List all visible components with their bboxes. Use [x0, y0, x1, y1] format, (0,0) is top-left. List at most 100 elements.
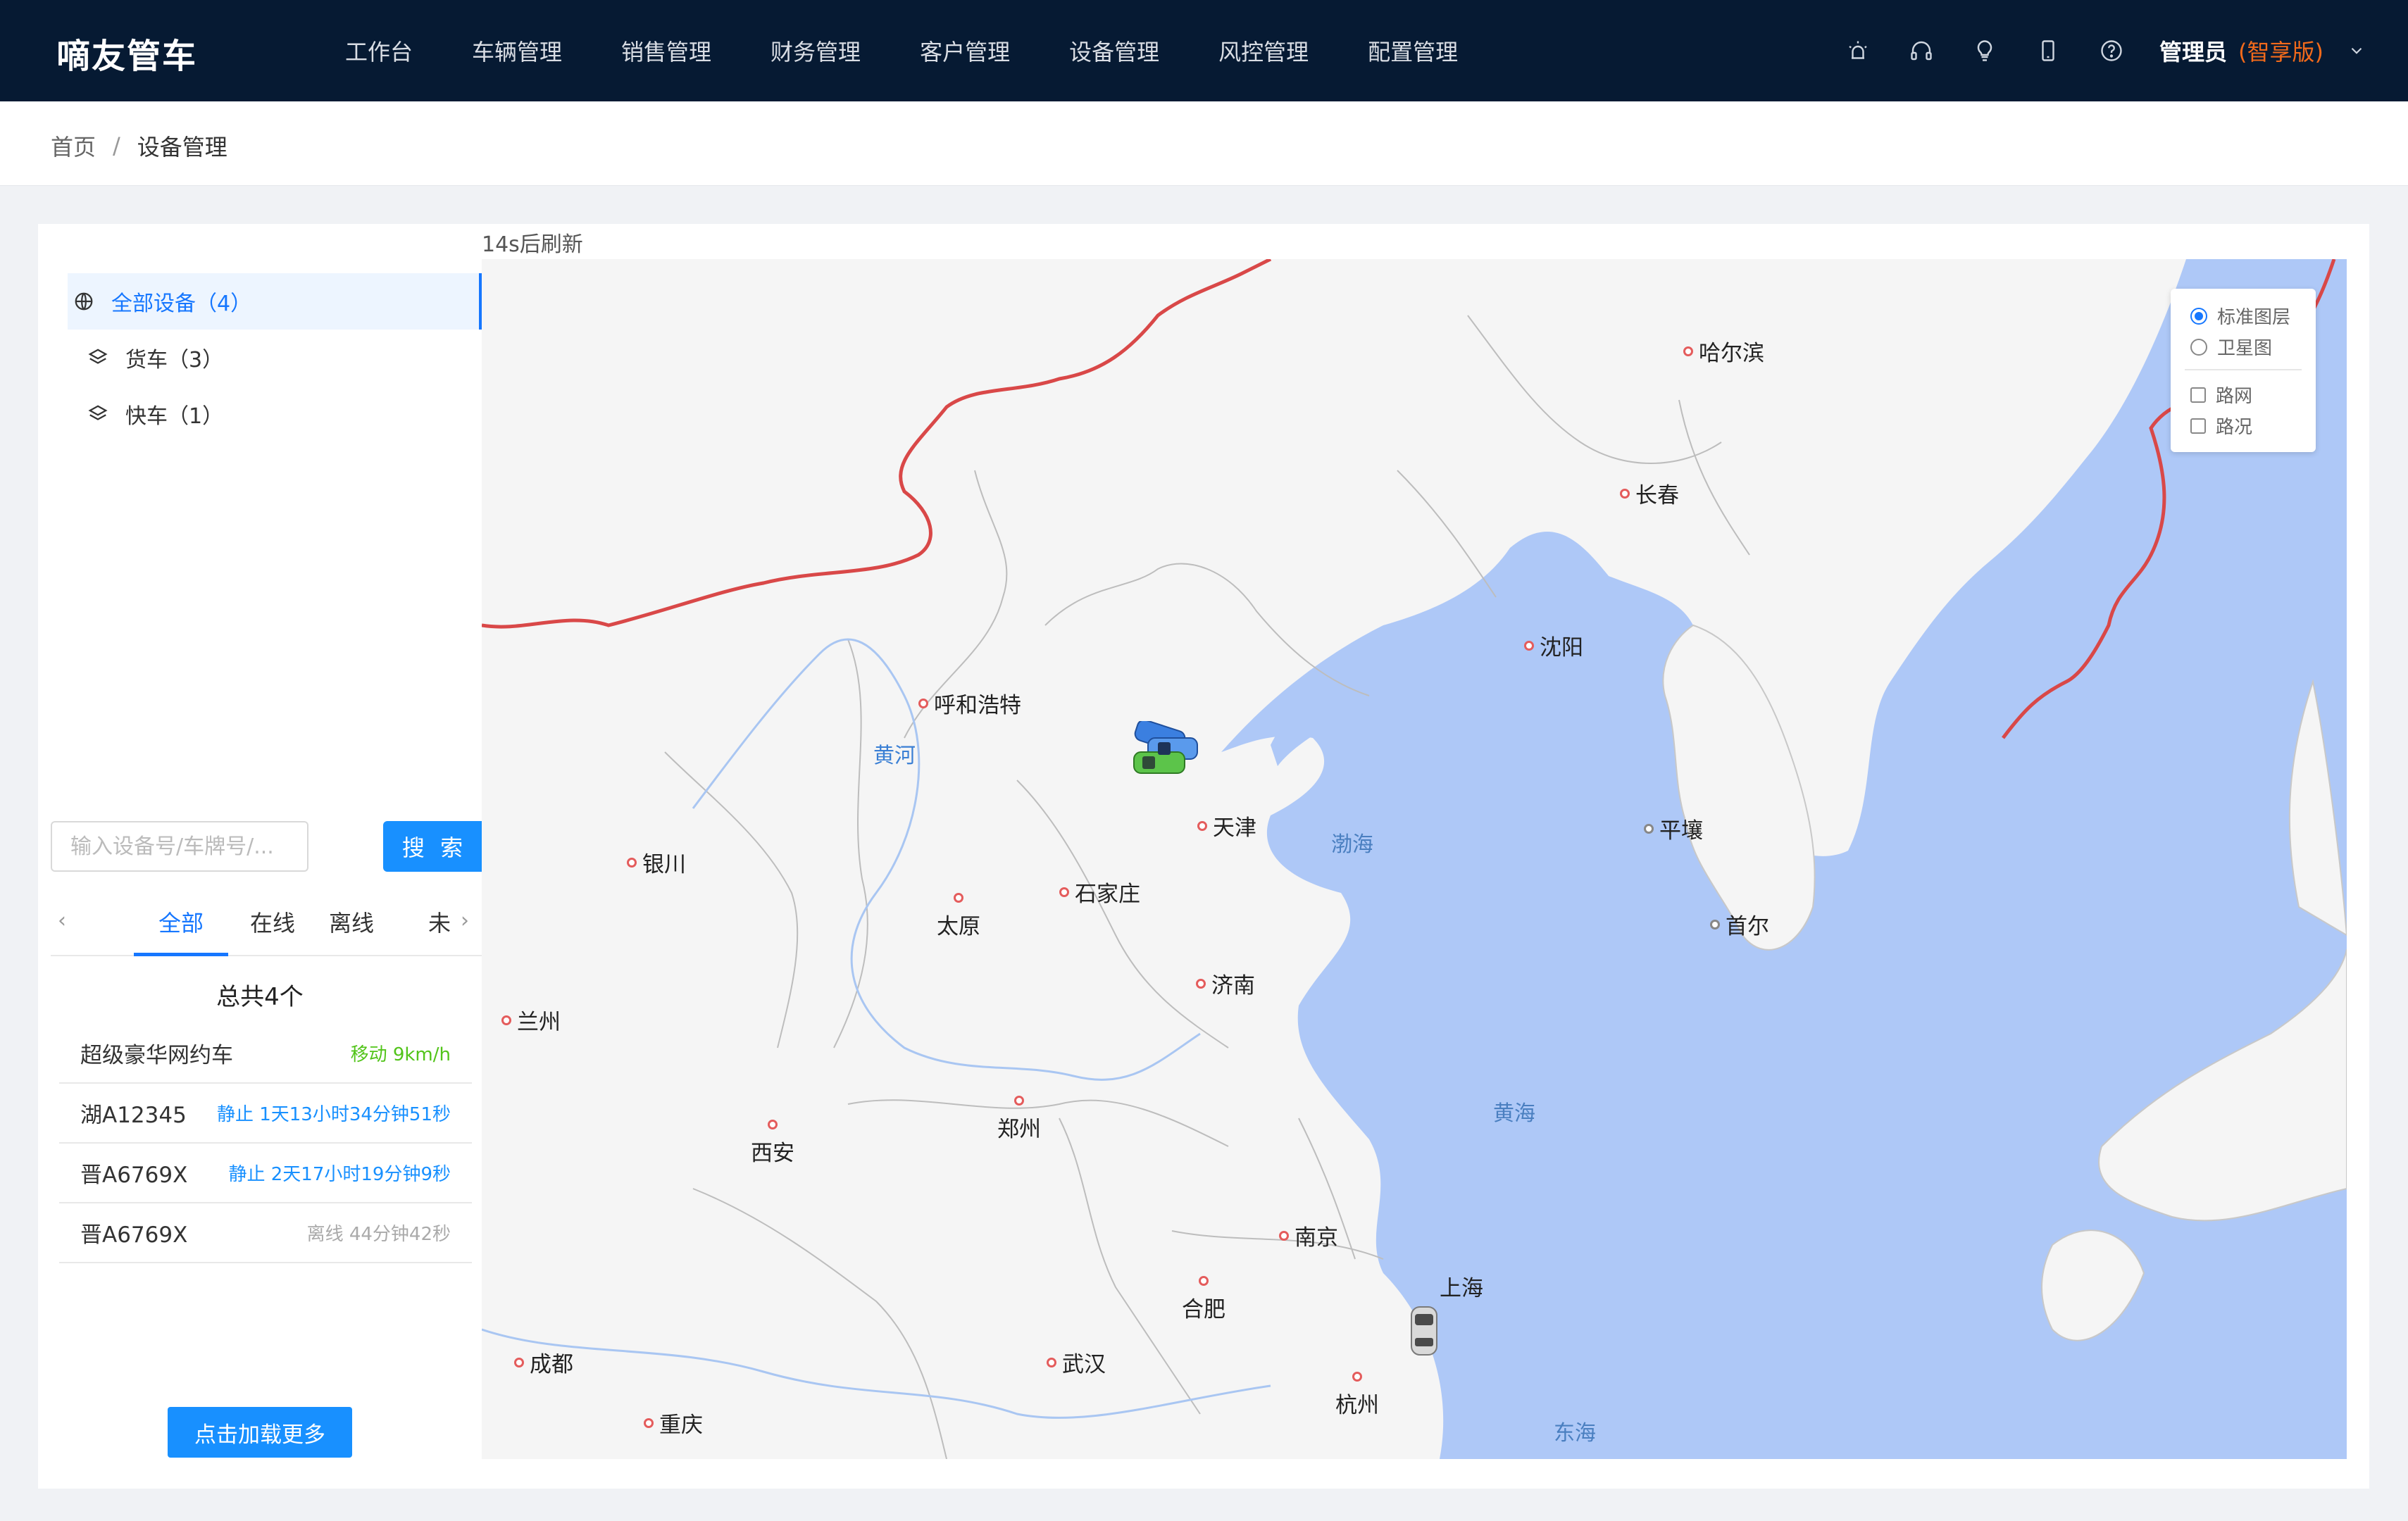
tree-item-express[interactable]: 快车（1） — [68, 386, 482, 442]
breadcrumb-current: 设备管理 — [137, 134, 227, 161]
tree-item-all-devices[interactable]: 全部设备（4） — [68, 273, 482, 330]
nav-item-finance[interactable]: 财务管理 — [771, 35, 861, 67]
refresh-countdown: 14s后刷新 — [482, 232, 583, 257]
sea-label-yellow-sea: 黄海 — [1493, 1101, 1535, 1126]
city-harbin: 哈尔滨 — [1683, 335, 1764, 367]
list-item[interactable]: 晋A6769X 离线 44分钟42秒 — [59, 1203, 472, 1263]
city-hohhot: 呼和浩特 — [918, 687, 1021, 719]
city-dot-icon — [1710, 919, 1720, 930]
nav-item-workbench[interactable]: 工作台 — [345, 35, 413, 67]
city-xian: 西安 — [751, 1120, 794, 1167]
city-hangzhou: 杭州 — [1335, 1372, 1379, 1419]
layer-divider — [2185, 369, 2302, 370]
city-chongqing: 重庆 — [644, 1407, 703, 1439]
top-navbar: 嘀友管车 工作台 车辆管理 销售管理 财务管理 客户管理 设备管理 风控管理 配… — [0, 0, 2408, 101]
radio-checked-icon — [2190, 307, 2207, 325]
list-item[interactable]: 晋A6769X 静止 2天17小时19分钟9秒 — [59, 1144, 472, 1203]
nav-item-vehicles[interactable]: 车辆管理 — [472, 35, 562, 67]
tree-item-label: 全部设备（4） — [111, 292, 252, 316]
city-chengdu: 成都 — [514, 1346, 573, 1378]
nav-item-risk[interactable]: 风控管理 — [1218, 35, 1309, 67]
device-name: 晋A6769X — [80, 1163, 188, 1188]
checkbox-icon — [2190, 418, 2206, 434]
city-dot-icon — [1059, 887, 1069, 897]
nav-item-devices[interactable]: 设备管理 — [1069, 35, 1159, 67]
sea-label-east-sea: 东海 — [1554, 1421, 1596, 1446]
nav-item-config[interactable]: 配置管理 — [1368, 35, 1458, 67]
city-zhengzhou: 郑州 — [997, 1096, 1041, 1143]
load-more-button[interactable]: 点击加载更多 — [168, 1407, 352, 1458]
chevron-down-icon — [2351, 47, 2362, 54]
city-shenyang: 沈阳 — [1524, 630, 1583, 661]
city-dot-icon — [501, 1015, 511, 1025]
user-name: 管理员 — [2159, 39, 2228, 65]
city-dot-icon — [1683, 346, 1693, 356]
alarm-icon[interactable] — [1844, 37, 1872, 65]
status-tabs: ‹ 全部 在线 离线 未 › — [51, 890, 482, 956]
city-hefei: 合肥 — [1182, 1276, 1225, 1323]
list-item[interactable]: 湖A12345 静止 1天13小时34分钟51秒 — [59, 1084, 472, 1144]
city-jinan: 济南 — [1196, 968, 1255, 999]
city-dot-icon — [1047, 1357, 1056, 1367]
city-dot-icon — [1014, 1096, 1024, 1106]
city-dot-icon — [1199, 1276, 1209, 1286]
tab-online[interactable]: 在线 — [234, 890, 311, 956]
device-name: 晋A6769X — [80, 1222, 188, 1248]
city-shijiazhuang: 石家庄 — [1059, 876, 1140, 908]
search-button[interactable]: 搜 索 — [383, 821, 486, 872]
tab-offline[interactable]: 离线 — [313, 890, 390, 956]
tree-item-label: 货车（3） — [125, 348, 224, 373]
globe-icon — [72, 289, 96, 313]
city-dot-icon — [918, 698, 928, 708]
breadcrumb-home[interactable]: 首页 — [51, 130, 96, 162]
layer-toggle-traffic[interactable]: 路况 — [2190, 413, 2252, 439]
device-panel: 全部设备（4） 货车（3） 快车（1） 搜 索 ‹ 全部 在线 — [38, 224, 486, 1489]
brand-logo[interactable]: 嘀友管车 — [56, 28, 197, 77]
layer-switcher: 标准图层 卫星图 路网 路况 — [2171, 289, 2316, 452]
device-search-input[interactable] — [51, 821, 308, 872]
map-view[interactable]: 哈尔滨 长春 沈阳 呼和浩特 天津 平壤 首尔 银川 石家庄 太原 济南 兰州 … — [482, 259, 2347, 1459]
city-dot-icon — [1279, 1230, 1289, 1241]
city-dot-icon — [1352, 1372, 1362, 1382]
device-tree: 全部设备（4） 货车（3） 快车（1） — [68, 273, 482, 442]
breadcrumb-bar: 首页 / 设备管理 — [0, 101, 2408, 186]
bulb-icon[interactable] — [1971, 37, 1999, 65]
city-lanzhou: 兰州 — [501, 1004, 561, 1036]
phone-icon[interactable] — [2034, 37, 2062, 65]
device-total: 总共4个 — [216, 983, 304, 1011]
nav-right: 管理员 (智享版) — [1809, 0, 2366, 101]
device-status: 离线 44分钟42秒 — [306, 1224, 451, 1245]
tree-item-trucks[interactable]: 货车（3） — [68, 330, 482, 386]
nav-item-customers[interactable]: 客户管理 — [920, 35, 1010, 67]
city-dot-icon — [1196, 978, 1206, 989]
tab-next-icon[interactable]: › — [461, 908, 482, 937]
edition-badge: (智享版) — [2238, 39, 2323, 65]
vehicle-cluster-icon[interactable] — [1127, 721, 1204, 777]
sea-label-bohai: 渤海 — [1331, 832, 1373, 857]
main-nav: 工作台 车辆管理 销售管理 财务管理 客户管理 设备管理 风控管理 配置管理 — [345, 0, 1517, 101]
layers-icon — [86, 402, 110, 426]
tab-prev-icon[interactable]: ‹ — [58, 908, 79, 937]
city-nanjing: 南京 — [1279, 1220, 1338, 1251]
city-changchun: 长春 — [1620, 477, 1679, 509]
headset-icon[interactable] — [1907, 37, 1935, 65]
device-name: 湖A12345 — [80, 1103, 187, 1128]
city-dot-icon — [1620, 488, 1630, 499]
river-label-yellow-river: 黄河 — [873, 744, 916, 768]
tab-all[interactable]: 全部 — [134, 890, 228, 956]
layer-toggle-roads[interactable]: 路网 — [2190, 382, 2252, 408]
device-status: 移动 9km/h — [350, 1044, 451, 1065]
layer-option-satellite[interactable]: 卫星图 — [2190, 334, 2272, 360]
layer-option-standard[interactable]: 标准图层 — [2190, 303, 2290, 329]
checkbox-icon — [2190, 387, 2206, 403]
device-name: 超级豪华网约车 — [80, 1043, 233, 1068]
tab-inactive[interactable]: 未 — [425, 890, 454, 956]
help-icon[interactable] — [2097, 37, 2126, 65]
layers-icon — [86, 346, 110, 370]
breadcrumb: 首页 / 设备管理 — [51, 130, 227, 162]
nav-item-sales[interactable]: 销售管理 — [621, 35, 711, 67]
list-item[interactable]: 超级豪华网约车 移动 9km/h — [59, 1024, 472, 1084]
user-menu[interactable]: 管理员 (智享版) — [2159, 35, 2366, 67]
vehicle-marker-icon[interactable] — [1409, 1304, 1440, 1358]
city-shanghai: 上海 — [1440, 1276, 1483, 1301]
